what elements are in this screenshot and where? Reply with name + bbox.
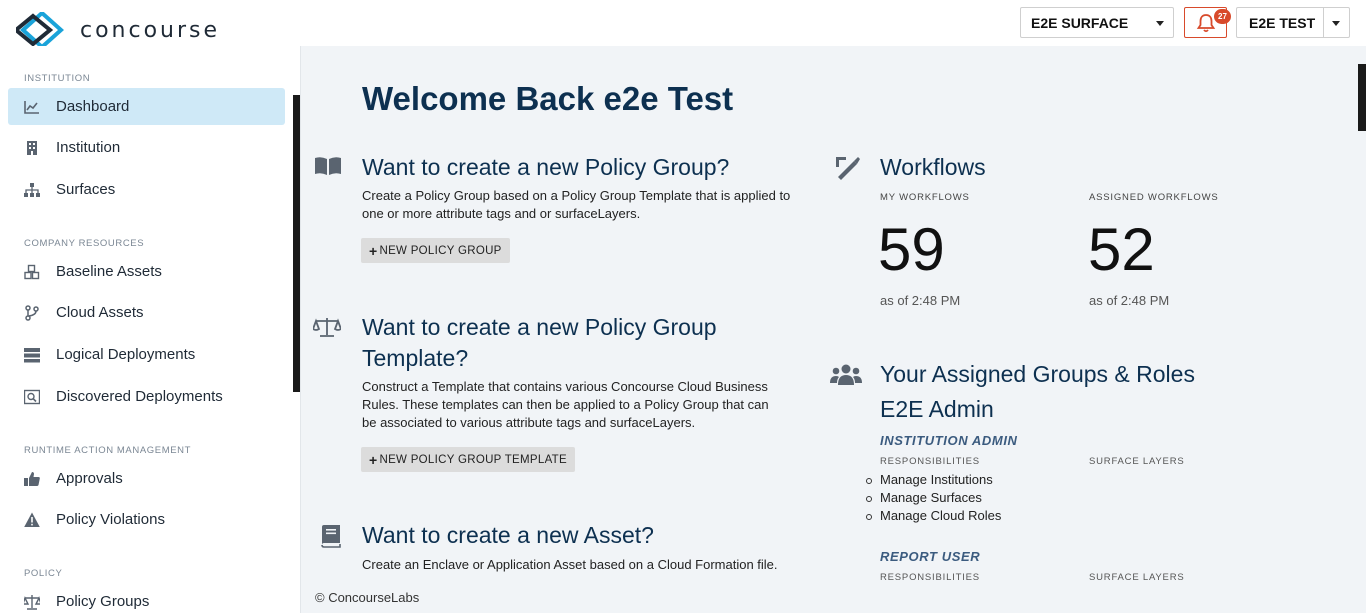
role-name-report-user: REPORT USER: [880, 549, 981, 564]
group-name: E2E Admin: [880, 396, 994, 422]
policy-group-template-card-title-line1: Want to create a new Policy Group: [362, 314, 717, 340]
policy-group-template-card-title-line2: Template?: [362, 345, 469, 371]
balance-scale-icon: [313, 318, 341, 337]
user-menu-divider: [1323, 8, 1324, 37]
my-workflows-label: MY WORKFLOWS: [880, 192, 970, 203]
list-item: Manage Institutions: [865, 471, 1001, 489]
surface-select[interactable]: E2E SURFACE: [1020, 7, 1174, 38]
asset-card-text: Create an Enclave or Application Asset b…: [362, 557, 778, 572]
notification-count-badge: 27: [1214, 9, 1231, 24]
plus-icon: +: [369, 451, 378, 468]
responsibilities-list: Manage Institutions Manage Surfaces Mana…: [865, 471, 1002, 525]
surface-select-value: E2E SURFACE: [1031, 14, 1129, 31]
sidebar-section-policy: POLICY: [24, 568, 63, 579]
sidebar-item-label: Policy Groups: [56, 593, 150, 610]
sidebar-item-label: Surfaces: [56, 181, 116, 198]
sidebar-item-label: Approvals: [56, 470, 123, 487]
balance-scale-icon: [24, 595, 40, 610]
top-bar: concourse E2E SURFACE 27 E2E TEST: [0, 0, 1366, 48]
new-policy-group-template-button[interactable]: + NEW POLICY GROUP TEMPLATE: [361, 447, 575, 472]
policy-group-template-card-text: Construct a Template that contains vario…: [362, 379, 769, 430]
page-title: Welcome Back e2e Test: [362, 80, 734, 117]
warning-icon: [24, 512, 40, 527]
my-workflows-count[interactable]: 59: [878, 215, 945, 284]
chart-line-icon: [24, 101, 39, 114]
users-icon: [830, 364, 862, 385]
sidebar-item-dashboard[interactable]: Dashboard: [8, 88, 285, 125]
sidebar-scrollbar[interactable]: [293, 95, 300, 392]
footer-copyright: © ConcourseLabs: [315, 590, 420, 605]
new-policy-group-button-label: NEW POLICY GROUP: [379, 244, 502, 257]
sidebar-item-label: Cloud Assets: [56, 304, 144, 321]
sitemap-icon: [24, 183, 40, 197]
sidebar-item-baseline-assets[interactable]: Baseline Assets: [8, 253, 285, 290]
search-deployment-icon: [24, 389, 40, 405]
sidebar-item-label: Policy Violations: [56, 511, 165, 528]
asset-card-title: Want to create a new Asset?: [362, 522, 654, 548]
asset-card-text-clip: Create an Enclave or Application Asset b…: [362, 556, 782, 583]
logo[interactable]: concourse: [16, 12, 220, 48]
role-name-institution-admin: INSTITUTION ADMIN: [880, 433, 1018, 448]
sidebar-item-policy-violations[interactable]: Policy Violations: [8, 501, 285, 538]
bell-icon: [1196, 14, 1216, 33]
assigned-groups-title: Your Assigned Groups & Roles: [880, 361, 1195, 387]
new-policy-group-button[interactable]: + NEW POLICY GROUP: [361, 238, 510, 263]
book-icon: [321, 525, 341, 548]
sidebar-section-company-resources: COMPANY RESOURCES: [24, 238, 145, 249]
responsibilities-label: RESPONSIBILITIES: [880, 572, 980, 583]
sidebar-item-surfaces[interactable]: Surfaces: [8, 171, 285, 208]
sidebar-item-label: Discovered Deployments: [56, 388, 223, 405]
user-menu-label: E2E TEST: [1249, 15, 1316, 31]
policy-group-card-text: Create a Policy Group based on a Policy …: [362, 188, 791, 221]
cubes-icon: [24, 264, 40, 280]
sidebar-section-institution: INSTITUTION: [24, 73, 91, 84]
list-item: Manage Surfaces: [865, 489, 1001, 507]
surface-layers-label: SURFACE LAYERS: [1089, 456, 1185, 467]
new-policy-group-template-button-label: NEW POLICY GROUP TEMPLATE: [379, 453, 567, 466]
sidebar: INSTITUTION Dashboard Institution Surfac…: [0, 46, 300, 613]
policy-group-card-title: Want to create a new Policy Group?: [362, 154, 730, 180]
concourse-logo-icon: [16, 12, 64, 48]
sidebar-item-policy-groups[interactable]: Policy Groups: [8, 583, 285, 613]
server-icon: [24, 348, 40, 363]
code-branch-icon: [25, 305, 39, 321]
building-icon: [27, 141, 37, 155]
assigned-workflows-timestamp: as of 2:48 PM: [1089, 293, 1170, 308]
sidebar-section-runtime-action-management: RUNTIME ACTION MANAGEMENT: [24, 445, 192, 456]
drafting-tools-icon: [836, 157, 860, 180]
sidebar-item-label: Institution: [56, 139, 121, 156]
list-item: Manage Cloud Roles: [865, 508, 1002, 523]
sidebar-item-approvals[interactable]: Approvals: [8, 460, 285, 497]
sidebar-item-label: Logical Deployments: [56, 346, 196, 363]
chevron-down-icon: [1156, 21, 1164, 26]
sidebar-item-label: Baseline Assets: [56, 263, 162, 280]
sidebar-item-institution[interactable]: Institution: [8, 129, 285, 166]
book-open-icon: [315, 157, 341, 175]
assigned-workflows-count[interactable]: 52: [1088, 215, 1155, 284]
plus-icon: +: [369, 242, 378, 259]
sidebar-item-label: Dashboard: [56, 98, 130, 115]
surface-layers-label: SURFACE LAYERS: [1089, 572, 1185, 583]
policy-group-template-card-title: Want to create a new Policy Group Templa…: [362, 312, 717, 374]
assigned-workflows-label: ASSIGNED WORKFLOWS: [1089, 192, 1219, 203]
sidebar-item-discovered-deployments[interactable]: Discovered Deployments: [8, 378, 285, 415]
thumbs-up-icon: [24, 472, 40, 486]
responsibilities-label: RESPONSIBILITIES: [880, 456, 980, 467]
workflows-title: Workflows: [880, 154, 986, 180]
sidebar-item-logical-deployments[interactable]: Logical Deployments: [8, 336, 285, 373]
user-menu-chevron-icon[interactable]: [1332, 21, 1340, 26]
my-workflows-timestamp: as of 2:48 PM: [880, 293, 961, 308]
logo-text: concourse: [80, 17, 221, 43]
main-scrollbar[interactable]: [1358, 64, 1366, 131]
sidebar-item-cloud-assets[interactable]: Cloud Assets: [8, 294, 285, 331]
